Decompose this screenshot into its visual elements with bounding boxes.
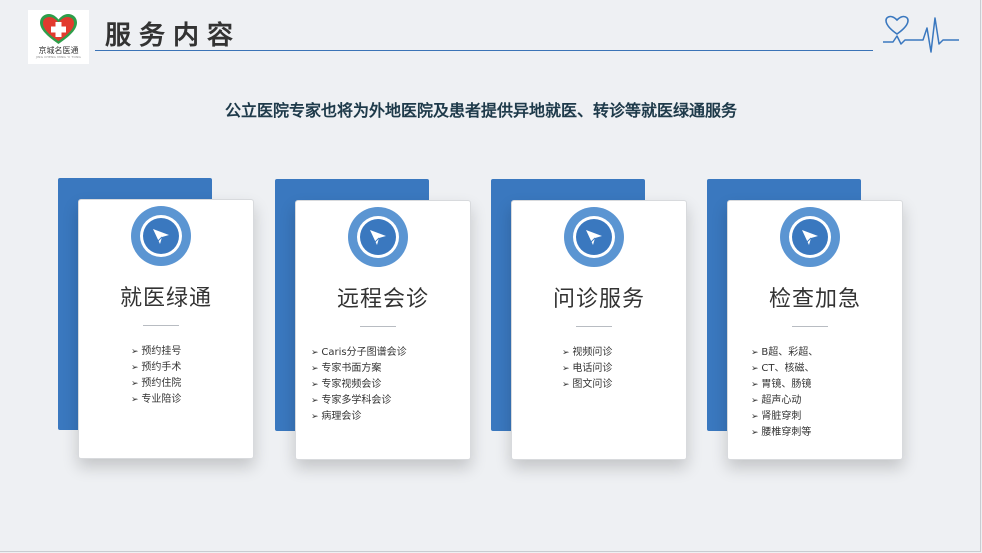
paper-plane-icon — [153, 229, 169, 244]
list-item: 预约住院 — [131, 376, 181, 392]
list-item: 图文问诊 — [562, 377, 612, 393]
heart-pulse-icon — [883, 15, 959, 53]
logo-subtext: JING CHENG MING YI TONG — [35, 55, 82, 59]
list-item: CT、核磁、 — [751, 361, 818, 377]
logo: 京城名医通 JING CHENG MING YI TONG — [28, 10, 89, 64]
list-item: 肾脏穿刺 — [751, 409, 818, 425]
title-divider — [95, 50, 873, 51]
card-list: 预约挂号 预约手术 预约住院 专业陪诊 — [131, 344, 181, 408]
card-badge — [131, 206, 191, 266]
paper-plane-icon — [586, 230, 602, 245]
page-title: 服务内容 — [105, 21, 242, 51]
list-item: 腰椎穿刺等 — [751, 425, 818, 441]
card-divider — [576, 326, 612, 327]
card-badge — [780, 207, 840, 267]
service-card-medical-green-channel[interactable]: 就医绿通 预约挂号 预约手术 预约住院 专业陪诊 — [78, 199, 254, 459]
list-item: Caris分子图谱会诊 — [311, 345, 406, 361]
card-divider — [143, 325, 179, 326]
list-item: 专家多学科会诊 — [311, 393, 407, 409]
card-title: 问诊服务 — [552, 287, 645, 312]
card-badge — [564, 207, 624, 267]
service-card-expedited-exams[interactable]: 检查加急 B超、彩超、 CT、核磁、 胃镜、肠镜 超声心动 肾脏穿刺 腰椎穿刺等 — [727, 200, 903, 460]
list-item: 视频问诊 — [562, 345, 612, 361]
list-item: 超声心动 — [751, 393, 818, 409]
card-list: Caris分子图谱会诊 专家书面方案 专家视频会诊 专家多学科会诊 病理会诊 — [311, 345, 407, 425]
service-card-remote-consultation[interactable]: 远程会诊 Caris分子图谱会诊 专家书面方案 专家视频会诊 专家多学科会诊 病… — [295, 200, 471, 460]
card-title: 远程会诊 — [336, 287, 429, 312]
list-item: 胃镜、肠镜 — [751, 377, 818, 393]
list-item: 预约手术 — [131, 360, 181, 376]
card-badge — [348, 207, 408, 267]
paper-plane-icon — [802, 230, 818, 245]
list-item: 专家视频会诊 — [311, 377, 407, 393]
service-card-consultation-service[interactable]: 问诊服务 视频问诊 电话问诊 图文问诊 — [511, 200, 687, 460]
list-item: 电话问诊 — [562, 361, 612, 377]
card-title: 就医绿通 — [119, 286, 212, 311]
list-item: B超、彩超、 — [751, 345, 818, 361]
logo-text: 京城名医通 — [38, 46, 79, 55]
card-title: 检查加急 — [768, 287, 861, 312]
list-item: 专家书面方案 — [311, 361, 407, 377]
card-list: B超、彩超、 CT、核磁、 胃镜、肠镜 超声心动 肾脏穿刺 腰椎穿刺等 — [751, 345, 818, 441]
paper-plane-icon — [370, 230, 386, 245]
card-divider — [360, 326, 396, 327]
list-item: 预约挂号 — [131, 344, 181, 360]
subtitle: 公立医院专家也将为外地医院及患者提供异地就医、转诊等就医绿通服务 — [224, 101, 737, 120]
card-divider — [792, 326, 828, 327]
list-item: 病理会诊 — [311, 409, 407, 425]
list-item: 专业陪诊 — [131, 392, 181, 408]
heart-cross-logo-icon — [40, 14, 77, 44]
card-list: 视频问诊 电话问诊 图文问诊 — [562, 345, 612, 393]
